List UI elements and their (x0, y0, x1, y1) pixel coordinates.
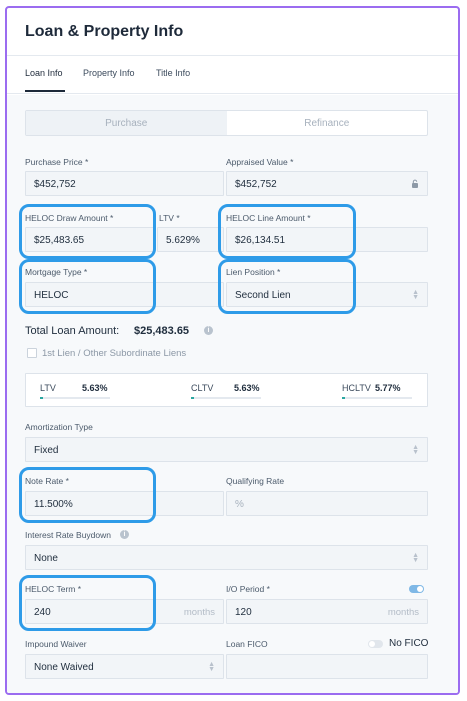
amortization-type-value: Fixed (34, 445, 59, 456)
lien-position-select[interactable]: Second Lien ▲ ▼ (226, 282, 428, 307)
page-title: Loan & Property Info (25, 23, 184, 40)
amortization-type-label: Amortization Type (25, 422, 93, 432)
amortization-type-select[interactable]: Fixed ▲ ▼ (25, 437, 428, 462)
io-period-toggle[interactable] (409, 585, 424, 593)
heloc-term-value: 240 (34, 607, 51, 618)
tab-bar: Loan Info Property Info Title Info (7, 56, 458, 94)
tab-title-info[interactable]: Title Info (156, 68, 190, 78)
appraised-value-label: Appraised Value * (226, 157, 294, 167)
hcltv-ratio-label: HCLTV (342, 383, 371, 393)
ratio-summary: LTV 5.63% CLTV 5.63% HCLTV 5.77% (25, 373, 428, 407)
heloc-draw-amount-value: $25,483.65 (34, 235, 85, 246)
lock-icon (412, 179, 418, 188)
lien-position-label: Lien Position * (226, 267, 281, 277)
select-caret-icon: ▲ ▼ (208, 661, 215, 673)
tab-property-info[interactable]: Property Info (83, 68, 135, 78)
toggle-knob (417, 586, 423, 592)
subordinate-liens-label: 1st Lien / Other Subordinate Liens (42, 348, 187, 359)
mortgage-type-select[interactable]: HELOC (25, 282, 224, 307)
cltv-ratio-bar (191, 397, 261, 399)
info-icon[interactable]: i (204, 326, 213, 335)
interest-rate-buydown-label: Interest Rate Buydown (25, 530, 111, 540)
io-period-unit: months (387, 607, 419, 618)
purchase-price-field[interactable]: $452,752 (25, 171, 224, 196)
appraised-value-value: $452,752 (235, 179, 277, 190)
heloc-line-amount-label: HELOC Line Amount * (226, 213, 311, 223)
ltv-ratio-bar (40, 397, 110, 399)
no-fico-label: No FICO (389, 638, 429, 649)
ltv-ratio-label: LTV (40, 383, 56, 393)
cltv-ratio-label: CLTV (191, 383, 214, 393)
heloc-term-field[interactable]: 240 months (25, 599, 224, 624)
io-period-field[interactable]: 120 months (226, 599, 428, 624)
impound-waiver-select[interactable]: None Waived ▲ ▼ (25, 654, 224, 679)
select-caret-icon: ▲ ▼ (412, 444, 419, 456)
ltv-ratio-value: 5.63% (82, 383, 108, 393)
purchase-price-value: $452,752 (34, 179, 76, 190)
heloc-term-label: HELOC Term * (25, 584, 82, 594)
loan-fico-label: Loan FICO (226, 639, 268, 649)
cltv-ratio-fill (191, 397, 194, 399)
qualifying-rate-placeholder: % (235, 499, 244, 510)
note-rate-field[interactable]: 11.500% (25, 491, 224, 516)
ltv-field[interactable]: 5.629% (157, 227, 224, 252)
refinance-option[interactable]: Refinance (227, 111, 428, 135)
io-period-label: I/O Period * (226, 584, 270, 594)
hcltv-ratio-value: 5.77% (375, 383, 401, 393)
mortgage-type-value: HELOC (34, 290, 69, 301)
qualifying-rate-field[interactable]: % (226, 491, 428, 516)
info-icon[interactable]: i (120, 530, 129, 539)
ltv-ratio-fill (40, 397, 43, 399)
toggle-knob (369, 641, 375, 647)
mortgage-type-label: Mortgage Type * (25, 267, 88, 277)
io-period-value: 120 (235, 607, 252, 618)
purchase-price-label: Purchase Price * (25, 157, 89, 167)
form-body: Purchase Refinance Purchase Price * $452… (7, 95, 458, 693)
impound-waiver-label: Impound Waiver (25, 639, 87, 649)
interest-rate-buydown-value: None (34, 553, 58, 564)
total-loan-amount-value: $25,483.65 (134, 325, 190, 337)
hcltv-ratio-fill (342, 397, 345, 399)
panel-header: Loan & Property Info (7, 8, 458, 56)
note-rate-value: 11.500% (34, 499, 73, 510)
tab-loan-info[interactable]: Loan Info (25, 68, 63, 78)
qualifying-rate-label: Qualifying Rate (226, 476, 285, 486)
heloc-line-amount-field[interactable]: $26,134.51 (226, 227, 428, 252)
active-tab-indicator (25, 90, 65, 92)
hcltv-ratio-bar (342, 397, 412, 399)
heloc-draw-amount-label: HELOC Draw Amount * (25, 213, 114, 223)
impound-waiver-value: None Waived (34, 662, 94, 673)
loan-fico-field[interactable] (226, 654, 428, 679)
note-rate-label: Note Rate * (25, 476, 69, 486)
interest-rate-buydown-select[interactable]: None ▲ ▼ (25, 545, 428, 570)
select-caret-icon: ▲ ▼ (412, 552, 419, 564)
appraised-value-field[interactable]: $452,752 (226, 171, 428, 196)
select-caret-icon: ▲ ▼ (412, 289, 419, 301)
subordinate-liens-checkbox[interactable] (27, 348, 37, 358)
ltv-label: LTV * (159, 213, 180, 223)
no-fico-toggle[interactable] (368, 640, 383, 648)
loan-property-panel: Loan & Property Info Loan Info Property … (5, 6, 460, 695)
heloc-draw-amount-field[interactable]: $25,483.65 (25, 227, 154, 252)
purchase-option[interactable]: Purchase (26, 111, 227, 135)
ltv-value: 5.629% (166, 235, 200, 246)
cltv-ratio-value: 5.63% (234, 383, 260, 393)
loan-purpose-toggle: Purchase Refinance (25, 110, 428, 136)
heloc-term-unit: months (183, 607, 215, 618)
lien-position-value: Second Lien (235, 290, 291, 301)
heloc-line-amount-value: $26,134.51 (235, 235, 286, 246)
total-loan-amount-label: Total Loan Amount: (25, 325, 120, 337)
